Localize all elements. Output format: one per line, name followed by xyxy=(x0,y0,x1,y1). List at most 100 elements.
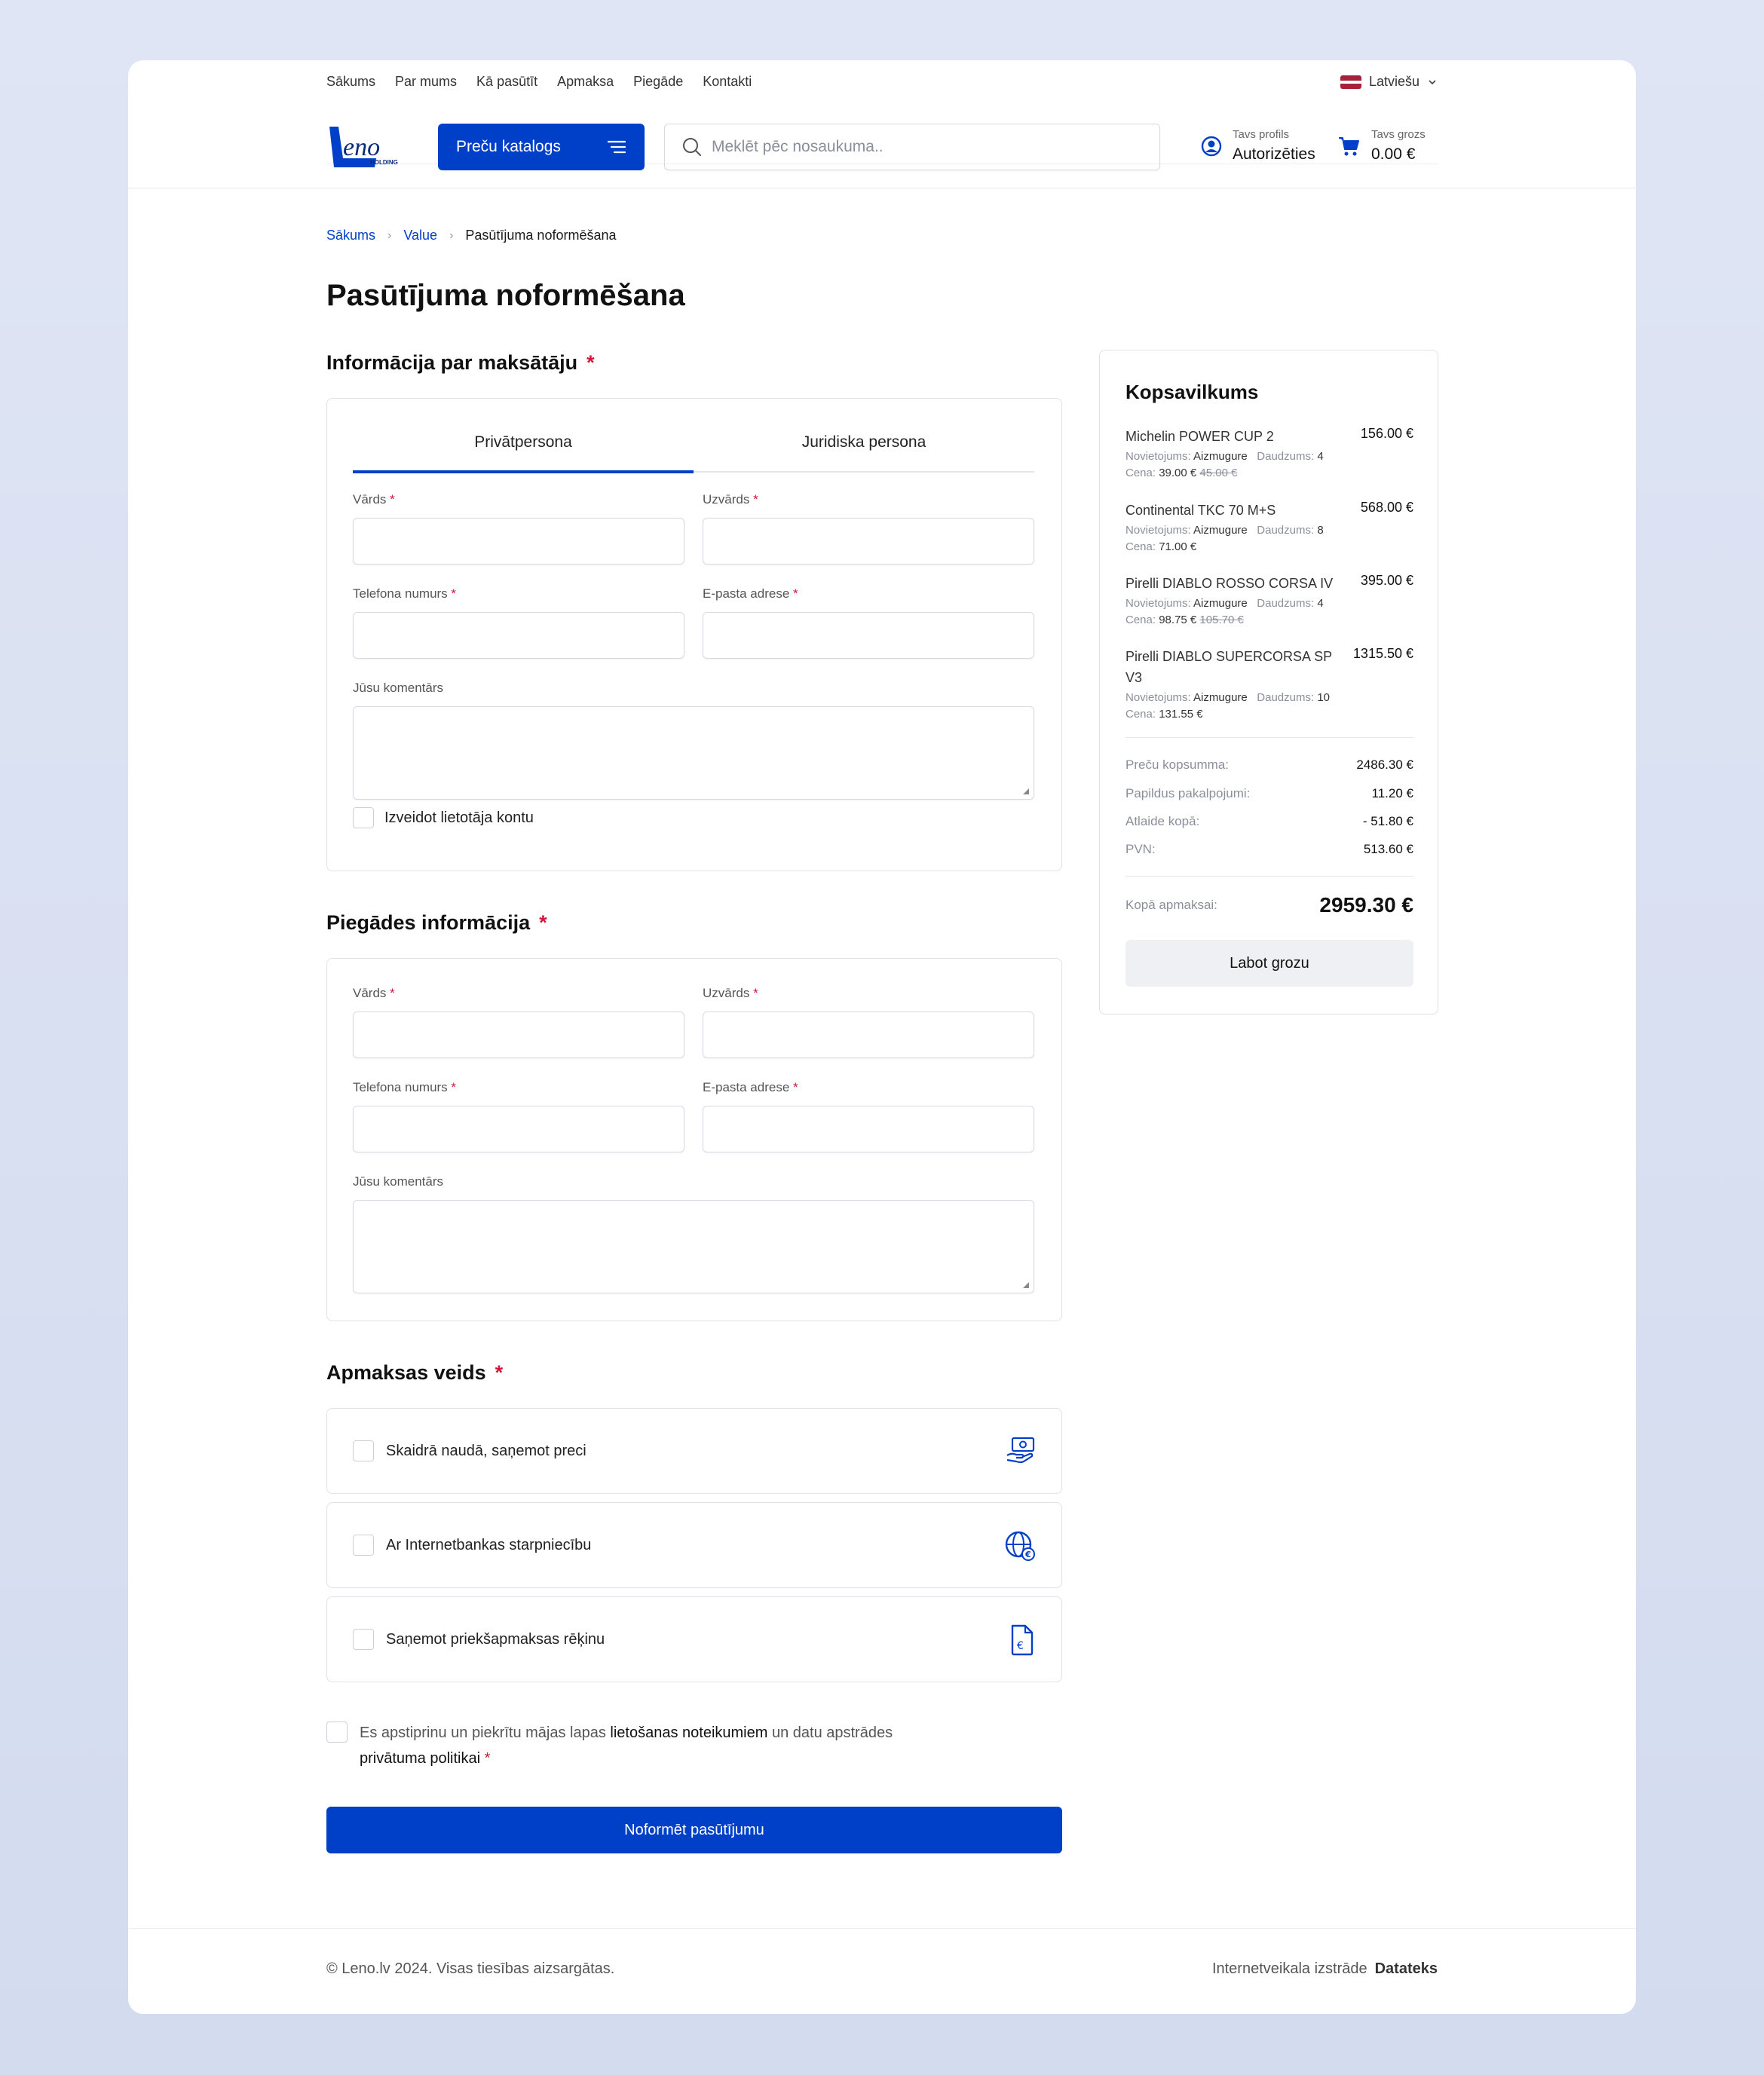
payer-email-input[interactable] xyxy=(703,612,1034,659)
terms-agreement: Es apstiprinu un piekrītu mājas lapas li… xyxy=(326,1720,1062,1771)
summary-item: Pirelli DIABLO ROSSO CORSA IV 395.00 € N… xyxy=(1125,573,1413,629)
user-circle-icon xyxy=(1201,136,1222,156)
extra-services-row: Papildus pakalpojumi: 11.20 € xyxy=(1125,786,1413,800)
required-mark: * xyxy=(484,1750,491,1767)
developer-credit[interactable]: Internetveikala izstrāde Datateks xyxy=(1212,1960,1438,1978)
create-account-checkbox[interactable] xyxy=(353,807,374,828)
nav-link-delivery[interactable]: Piegāde xyxy=(633,74,683,90)
profile-login[interactable]: Tavs profils Autorizēties xyxy=(1201,128,1315,164)
payer-first-name-field: Vārds * xyxy=(353,492,684,565)
field-label: Uzvārds * xyxy=(703,492,758,507)
search-box xyxy=(664,124,1160,170)
payer-title-text: Informācija par maksātāju xyxy=(326,351,578,374)
payment-title-text: Apmaksas veids xyxy=(326,1361,486,1384)
copyright-text: © Leno.lv 2024. Visas tiesības aizsargāt… xyxy=(326,1960,615,1977)
page-card: Sākums Par mums Kā pasūtīt Apmaksa Piegā… xyxy=(128,60,1636,2014)
payment-bank-checkbox[interactable] xyxy=(353,1535,374,1556)
payer-last-name-field: Uzvārds * xyxy=(703,492,1034,565)
field-label: Jūsu komentārs xyxy=(353,681,443,695)
place-order-button[interactable]: Noformēt pasūtījumu xyxy=(326,1807,1062,1853)
create-account-option[interactable]: Izveidot lietotāja kontu xyxy=(353,807,534,828)
tab-legal-person[interactable]: Juridiska persona xyxy=(694,420,1034,471)
item-meta: Novietojums: Aizmugure Daudzums: 4 Cena:… xyxy=(1125,597,1324,626)
delivery-first-name-input[interactable] xyxy=(353,1011,684,1058)
payer-phone-field: Telefona numurs * xyxy=(353,586,684,659)
catalog-button[interactable]: Preču katalogs xyxy=(438,124,645,170)
payment-option-invoice[interactable]: Saņemot priekšapmaksas rēķinu € xyxy=(326,1596,1062,1682)
tab-private-person[interactable]: Privātpersona xyxy=(353,420,694,473)
terms-text-part: un datu apstrādes xyxy=(767,1725,893,1741)
top-navigation: Sākums Par mums Kā pasūtīt Apmaksa Piegā… xyxy=(326,60,1438,170)
nav-link-how-to-order[interactable]: Kā pasūtīt xyxy=(476,74,537,90)
delivery-email-input[interactable] xyxy=(703,1106,1034,1152)
payer-section-title: Informācija par maksātāju * xyxy=(326,351,595,375)
summary-item: Michelin POWER CUP 2 156.00 € Novietojum… xyxy=(1125,426,1413,482)
payer-first-name-input[interactable] xyxy=(353,518,684,565)
delivery-comment-field: Jūsu komentārs xyxy=(353,1174,1034,1293)
item-meta: Novietojums: Aizmugure Daudzums: 10 Cena… xyxy=(1125,691,1330,721)
payment-invoice-checkbox[interactable] xyxy=(353,1629,374,1650)
field-label: Vārds * xyxy=(353,986,395,1000)
terms-of-use-link[interactable]: lietošanas noteikumiem xyxy=(610,1725,767,1741)
nav-link-contacts[interactable]: Kontakti xyxy=(703,74,752,90)
delivery-last-name-field: Uzvārds * xyxy=(703,986,1034,1058)
payer-comment-textarea[interactable] xyxy=(353,706,1034,800)
breadcrumb: Sākums › Value › Pasūtījuma noformēšana xyxy=(326,228,1438,243)
item-name: Michelin POWER CUP 2 xyxy=(1125,429,1274,444)
cart-summary[interactable]: Tavs grozs 0.00 € xyxy=(1338,128,1426,164)
delivery-phone-input[interactable] xyxy=(353,1106,684,1152)
payment-cash-checkbox[interactable] xyxy=(353,1440,374,1461)
payer-phone-input[interactable] xyxy=(353,612,684,659)
payer-email-field: E-pasta adrese * xyxy=(703,586,1034,659)
delivery-comment-textarea[interactable] xyxy=(353,1200,1034,1293)
globe-euro-icon: € xyxy=(1005,1531,1035,1561)
svg-text:HOLDING: HOLDING xyxy=(370,159,398,166)
terms-text: Es apstiprinu un piekrītu mājas lapas li… xyxy=(360,1720,893,1771)
nav-link-payment[interactable]: Apmaksa xyxy=(557,74,614,90)
latvia-flag-icon xyxy=(1340,75,1361,89)
logo-mark-icon: eno HOLDING xyxy=(329,127,398,167)
breadcrumb-value[interactable]: Value xyxy=(403,228,437,243)
payment-option-internetbank[interactable]: Ar Internetbankas starpniecību € xyxy=(326,1502,1062,1588)
payer-comment-field: Jūsu komentārs xyxy=(353,681,1034,800)
search-icon xyxy=(683,138,701,156)
payment-section-title: Apmaksas veids * xyxy=(326,1361,503,1385)
svg-text:eno: eno xyxy=(343,133,380,161)
terms-checkbox[interactable] xyxy=(326,1722,348,1743)
item-total: 1315.50 € xyxy=(1352,646,1413,661)
discount-row: Atlaide kopā: - 51.80 € xyxy=(1125,814,1413,828)
developer-label: Internetveikala izstrāde xyxy=(1211,1960,1367,1977)
grand-total-value: 2959.30 € xyxy=(1319,893,1413,917)
summary-divider xyxy=(1125,737,1413,738)
invoice-euro-icon: € xyxy=(1011,1624,1034,1656)
item-total: 568.00 € xyxy=(1360,500,1413,515)
field-label: Vārds * xyxy=(353,492,395,507)
payer-last-name-input[interactable] xyxy=(703,518,1034,565)
summary-item: Pirelli DIABLO SUPERCORSA SP V3 1315.50 … xyxy=(1125,646,1413,723)
cart-total: 0.00 € xyxy=(1371,145,1416,163)
item-name: Pirelli DIABLO ROSSO CORSA IV xyxy=(1125,576,1334,591)
breadcrumb-home[interactable]: Sākums xyxy=(326,228,375,243)
item-name: Continental TKC 70 M+S xyxy=(1125,503,1276,518)
language-selector[interactable]: Latviešu xyxy=(1340,74,1438,90)
field-label: Uzvārds * xyxy=(703,986,758,1000)
field-label: E-pasta adrese * xyxy=(703,586,798,601)
svg-text:€: € xyxy=(1024,1550,1031,1559)
search-input[interactable] xyxy=(712,138,1134,156)
payment-option-cash[interactable]: Skaidrā naudā, saņemot preci xyxy=(326,1408,1062,1494)
developer-name: Datateks xyxy=(1374,1960,1438,1977)
edit-cart-button[interactable]: Labot grozu xyxy=(1125,940,1413,987)
privacy-policy-link[interactable]: privātuma politikai xyxy=(360,1750,480,1767)
terms-text-part: Es apstiprinu un piekrītu mājas lapas xyxy=(360,1725,611,1741)
payment-option-label: Saņemot priekšapmaksas rēķinu xyxy=(386,1630,605,1648)
required-mark: * xyxy=(495,1361,504,1384)
field-label: Telefona numurs * xyxy=(353,586,457,601)
field-label: E-pasta adrese * xyxy=(703,1080,798,1094)
payment-option-label: Skaidrā naudā, saņemot preci xyxy=(386,1442,586,1459)
leno-logo[interactable]: eno HOLDING xyxy=(326,125,409,170)
field-label: Telefona numurs * xyxy=(353,1080,457,1094)
delivery-last-name-input[interactable] xyxy=(703,1011,1034,1058)
summary-divider xyxy=(1125,876,1413,877)
nav-link-home[interactable]: Sākums xyxy=(326,74,375,90)
nav-link-about[interactable]: Par mums xyxy=(395,74,457,90)
